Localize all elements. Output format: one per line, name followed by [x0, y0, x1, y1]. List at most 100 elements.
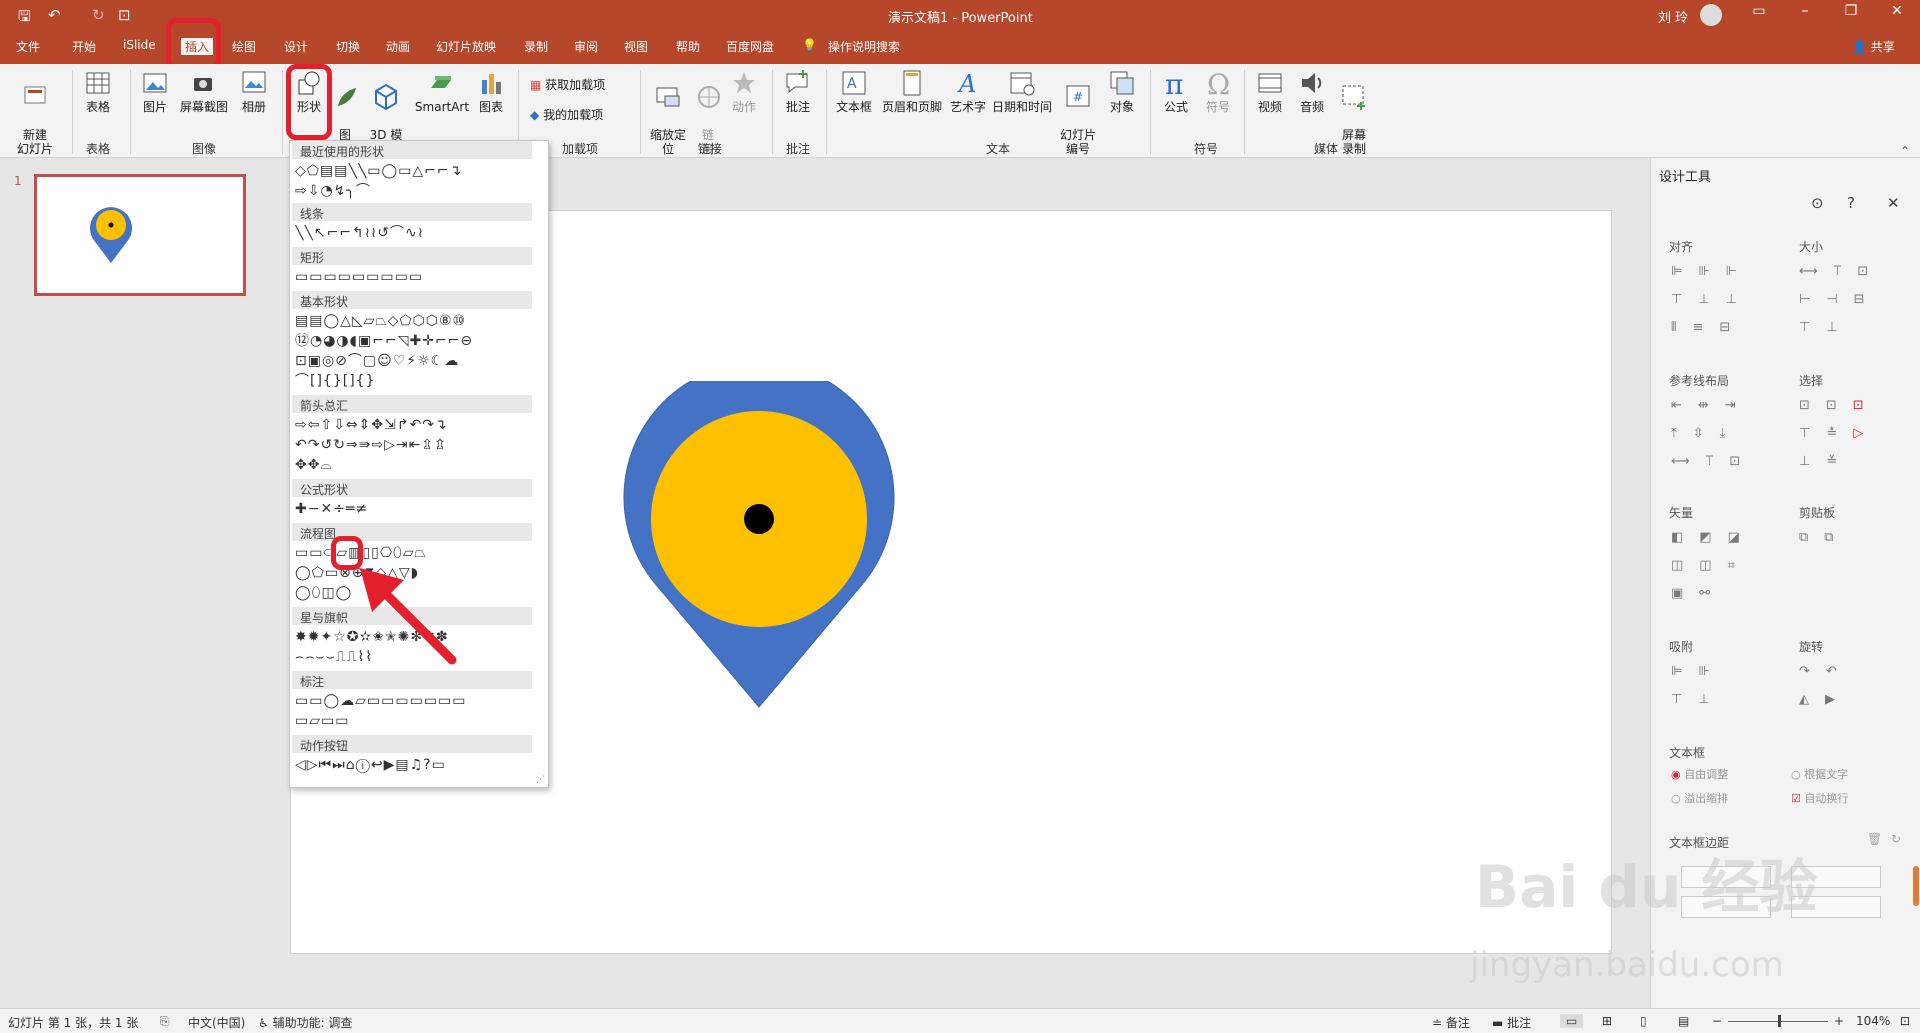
vector-icons[interactable]: ▣⚯	[1671, 586, 1726, 601]
align-icons[interactable]: ⊫⊪⊩	[1671, 264, 1753, 279]
clipboard-icons[interactable]: ⧉⧉	[1799, 530, 1850, 545]
arrows-row[interactable]: ↶↷↺↻⇒⇛⇨▷⇥⇤⇫⇬	[295, 437, 531, 453]
recent-shapes-row[interactable]: ◇⬠▤▤╲╲▭◯▭△⌐⌐↴	[295, 163, 531, 179]
callouts-row[interactable]: ▭▱▭▭	[295, 713, 531, 729]
distribute-icons[interactable]: ⫴≡⊟	[1671, 320, 1746, 335]
fit-text-radio[interactable]: ○ 根据文字	[1791, 766, 1848, 782]
slide-thumbnail[interactable]	[34, 174, 246, 296]
datetime-button[interactable]: 日期和时间	[990, 68, 1054, 114]
tab-draw[interactable]: 绘图	[232, 38, 256, 55]
arrows-row[interactable]: ✥✥⌓	[295, 457, 531, 473]
symbol-button[interactable]: Ω 符号	[1198, 68, 1238, 114]
tab-record[interactable]: 录制	[524, 38, 548, 55]
zoom-out-button[interactable]: −	[1712, 1014, 1722, 1028]
vector-icons[interactable]: ◧◩◪	[1671, 530, 1756, 545]
avatar[interactable]	[1700, 4, 1722, 26]
equation-button[interactable]: π 公式	[1156, 68, 1196, 114]
tab-slideshow[interactable]: 幻灯片放映	[436, 38, 496, 55]
basic-shapes-row[interactable]: ▤▤◯△◺▱⏢◇⬠⬡⬡⑧⑩	[295, 313, 531, 329]
refresh-icon[interactable]: ↻	[1891, 832, 1901, 846]
collapse-ribbon-icon[interactable]: ⌃	[1900, 144, 1910, 158]
header-footer-button[interactable]: 页眉和页脚	[878, 68, 946, 114]
chart-button[interactable]: 图表	[474, 68, 508, 114]
lines-row[interactable]: ╲╲↖⌐⌐↰≀≀↺⌒∿≀	[295, 225, 531, 241]
location-pin-shape[interactable]	[621, 381, 897, 711]
zoom-level[interactable]: 104%	[1856, 1014, 1890, 1028]
share-button[interactable]: 👤 共享	[1852, 38, 1895, 55]
tab-islide[interactable]: iSlide	[123, 38, 156, 52]
guides-icons[interactable]: ⇤⇹⇥	[1671, 398, 1752, 413]
close-pane-icon[interactable]: ✕	[1887, 194, 1900, 212]
notes-button[interactable]: ≐ 备注	[1432, 1014, 1470, 1031]
table-button[interactable]: 表格	[78, 68, 118, 114]
callouts-row[interactable]: ▭▭◯☁▱▭▭▭▭▭▭▭	[295, 693, 531, 709]
slideshow-icon[interactable]: ▤	[1678, 1014, 1689, 1028]
my-addins-button[interactable]: ◆ 我的加载项	[530, 108, 626, 122]
tell-me-search[interactable]: 操作说明搜索	[828, 38, 900, 55]
comments-button[interactable]: ▬ 批注	[1492, 1014, 1531, 1031]
maximize-icon[interactable]: ❐	[1840, 3, 1862, 19]
normal-view-icon[interactable]: ▭	[1560, 1014, 1584, 1028]
tab-design[interactable]: 设计	[284, 38, 308, 55]
redo-icon[interactable]: ↻	[92, 6, 105, 24]
ribbon-display-icon[interactable]: ▭	[1748, 3, 1770, 19]
tab-view[interactable]: 视图	[624, 38, 648, 55]
zoom-in-button[interactable]: +	[1834, 1014, 1844, 1028]
resize-grip-icon[interactable]: ⋰	[536, 775, 545, 785]
select-icons[interactable]: ⊥≚	[1799, 454, 1853, 469]
wrap-checkbox[interactable]: ☑ 自动换行	[1791, 790, 1848, 806]
pane-scrollbar[interactable]	[1913, 866, 1919, 906]
save-icon[interactable]: 🖫	[18, 6, 31, 31]
settings-icon[interactable]: ⊙	[1811, 194, 1824, 212]
basic-shapes-row[interactable]: ⌒[]{}[]{}	[295, 373, 531, 389]
tab-help[interactable]: 帮助	[676, 38, 700, 55]
spellcheck-icon[interactable]: ⎘	[160, 1014, 170, 1029]
wordart-button[interactable]: A 艺术字	[946, 68, 990, 114]
snap-icons[interactable]: ⊫⊪	[1671, 664, 1726, 679]
equation-shapes-row[interactable]: ✚−✕÷═≠	[295, 501, 531, 517]
rotate-icons[interactable]: ↷↶	[1799, 664, 1853, 679]
delete-icon[interactable]: 🗑	[1867, 832, 1882, 846]
guides-icons[interactable]: ⤒⇳⤓	[1671, 426, 1741, 441]
smartart-button[interactable]: SmartArt	[414, 68, 470, 114]
action-buttons-row[interactable]: ◁▷⏮⏭⌂ⓘ↩▶▤♫?▭	[295, 757, 531, 773]
vector-icons[interactable]: ◫◫⌗	[1671, 558, 1751, 573]
tab-review[interactable]: 审阅	[574, 38, 598, 55]
get-addins-button[interactable]: ▦ 获取加载项	[530, 78, 626, 92]
fit-to-window-icon[interactable]: ⊡	[1900, 1014, 1910, 1028]
size-icons[interactable]: ⊢⊣⊟	[1799, 292, 1881, 307]
basic-shapes-row[interactable]: ⊡▣◎⊘⌒▢☺♡⚡☼☾☁	[295, 353, 531, 369]
flip-icons[interactable]: ◭▶	[1799, 692, 1851, 707]
album-button[interactable]: 相册	[234, 68, 274, 114]
tab-animations[interactable]: 动画	[386, 38, 410, 55]
textbox-button[interactable]: A 文本框	[832, 68, 876, 114]
align-icons[interactable]: ⊤⊥⊥	[1671, 292, 1753, 307]
tab-baidu-netdisk[interactable]: 百度网盘	[726, 38, 774, 55]
tab-transitions[interactable]: 切换	[336, 38, 360, 55]
size-icons[interactable]: ⊤⊥	[1799, 320, 1854, 335]
snap-icons[interactable]: ⊤⊥	[1671, 692, 1726, 707]
slide-sorter-icon[interactable]: ⊞	[1602, 1014, 1612, 1028]
object-button[interactable]: 对象	[1102, 68, 1142, 114]
video-button[interactable]: 视频	[1250, 68, 1290, 114]
slide-number-button[interactable]: # 幻灯片 编号	[1056, 68, 1100, 156]
arrows-row[interactable]: ⇨⇦⇧⇩⇔⇕✥⇲↱↶↷↴	[295, 417, 531, 433]
tab-file[interactable]: 文件	[16, 38, 40, 55]
guides-icons[interactable]: ⟷⟙⊡	[1671, 454, 1756, 469]
present-icon[interactable]: ⊡	[118, 6, 131, 24]
basic-shapes-row[interactable]: ⑫◔◕◑◖▣⌐⌐◹✚✛⌐⌐⊖	[295, 333, 531, 349]
help-icon[interactable]: ?	[1847, 194, 1855, 212]
reading-view-icon[interactable]: ▯	[1640, 1014, 1647, 1028]
shrink-radio[interactable]: ○ 溢出缩排	[1671, 790, 1728, 806]
comment-button[interactable]: 批注	[778, 68, 818, 114]
recent-shapes-row[interactable]: ⇨⇩◔↯╮⌒	[295, 183, 531, 199]
audio-button[interactable]: 音频	[1292, 68, 1332, 114]
accessibility-status[interactable]: ♿ 辅助功能: 调查	[258, 1014, 352, 1031]
close-icon[interactable]: ✕	[1886, 3, 1908, 19]
tab-home[interactable]: 开始	[72, 38, 96, 55]
picture-button[interactable]: 图片	[136, 68, 174, 114]
undo-icon[interactable]: ↶	[48, 6, 61, 24]
zoom-slider-handle[interactable]	[1778, 1015, 1781, 1027]
screenshot-button[interactable]: 屏幕截图	[176, 68, 232, 114]
size-icons[interactable]: ⟷⟙⊡	[1799, 264, 1884, 279]
